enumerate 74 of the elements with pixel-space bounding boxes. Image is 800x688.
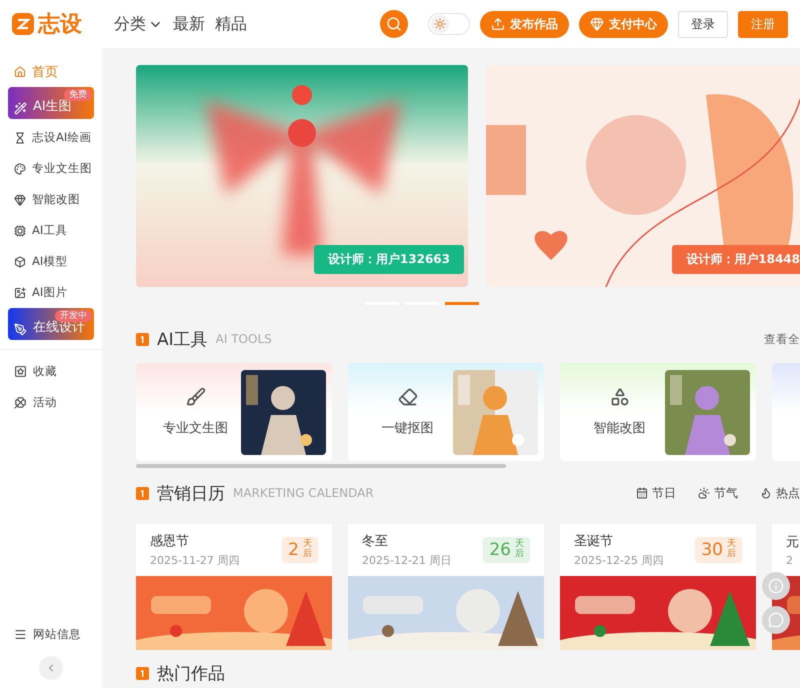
nav-link[interactable]: 分类 xyxy=(114,14,163,34)
flame-icon xyxy=(760,487,772,500)
section-title: 热门作品 xyxy=(157,663,225,686)
chat-button[interactable] xyxy=(762,606,790,634)
sidebar-item[interactable]: AI图片 xyxy=(8,277,94,308)
cube-icon xyxy=(14,256,26,268)
diamond-icon xyxy=(590,17,604,31)
calendar-icon xyxy=(636,487,648,500)
event-name: 感恩节 xyxy=(150,532,190,550)
palette-icon xyxy=(14,162,26,174)
nav-link[interactable]: 最新 xyxy=(173,14,205,34)
pen-icon xyxy=(14,323,27,336)
section-subtitle: MARKETING CALENDAR xyxy=(233,486,374,500)
sidebar-item[interactable]: 活动 xyxy=(8,387,94,418)
sidebar-item[interactable]: 专业文生图 xyxy=(8,153,94,184)
event-date: 2 xyxy=(786,554,794,567)
home-icon xyxy=(14,66,26,78)
event-name: 圣诞节 xyxy=(574,532,614,550)
sun-icon xyxy=(434,18,446,30)
tool-card[interactable]: 一键抠图 xyxy=(348,363,544,462)
sidebar-item[interactable]: AI工具 xyxy=(8,215,94,246)
diamond-icon xyxy=(14,194,26,206)
sidebar-item[interactable]: 智能改图 xyxy=(8,184,94,215)
info-icon xyxy=(768,577,784,595)
filter-tab[interactable]: 节日 xyxy=(636,484,676,502)
event-name: 冬至 xyxy=(362,532,389,550)
section-icon xyxy=(136,486,149,500)
sidebar-feature-item[interactable]: AI生图 免费 xyxy=(8,87,94,119)
event-date: 2025-12-21 周日 xyxy=(362,552,452,568)
sidebar-item[interactable]: AI模型 xyxy=(8,246,94,277)
cloud-sun-icon xyxy=(698,487,710,500)
info-button[interactable] xyxy=(762,572,790,600)
section-subtitle: AI TOOLS xyxy=(216,332,272,346)
nav-link[interactable]: 精品 xyxy=(215,14,247,34)
menu-icon xyxy=(14,628,27,641)
image-icon xyxy=(14,286,26,298)
sidebar-badge: 免费 xyxy=(64,89,92,101)
hourglass-icon xyxy=(14,132,26,144)
search-button[interactable] xyxy=(380,10,408,38)
tool-icon xyxy=(610,387,630,408)
upload-icon xyxy=(491,17,505,31)
site-info-link[interactable]: 网站信息 xyxy=(8,619,94,650)
chat-bubble-icon xyxy=(768,611,784,629)
designer-tag: 设计师：用户132663 xyxy=(314,245,464,274)
view-all-link[interactable]: 查看全 xyxy=(764,332,800,347)
search-icon xyxy=(386,16,402,32)
section-title: AI工具 xyxy=(157,328,208,351)
tool-card[interactable]: 专业文生图 xyxy=(136,363,332,462)
event-date: 2025-12-25 周四 xyxy=(574,552,664,568)
filter-tab[interactable]: 节气 xyxy=(698,484,738,502)
star-frame-icon xyxy=(14,365,27,378)
tool-icon xyxy=(398,387,418,408)
tool-card[interactable]: 智能改图 xyxy=(560,363,756,462)
clover-icon xyxy=(14,396,27,409)
filter-tab[interactable]: 热点 xyxy=(760,484,800,502)
login-button[interactable]: 登录 xyxy=(678,10,728,38)
collapse-button[interactable] xyxy=(39,656,63,680)
event-date: 2025-11-27 周四 xyxy=(150,552,240,568)
tool-icon xyxy=(186,387,206,408)
scrollbar[interactable] xyxy=(136,464,506,468)
section-icon xyxy=(136,667,149,680)
designer-tag: 设计师：用户18448 xyxy=(672,245,800,274)
tool-label: 智能改图 xyxy=(594,420,646,438)
sidebar-item[interactable]: 志设AI绘画 xyxy=(8,122,94,153)
magic-wand-icon xyxy=(14,102,27,115)
section-icon xyxy=(136,332,149,346)
tool-label: 专业文生图 xyxy=(163,420,228,438)
sidebar-badge: 开发中 xyxy=(55,310,92,322)
chip-icon xyxy=(14,224,26,236)
sidebar-item[interactable]: 收藏 xyxy=(8,356,94,387)
tool-label: 一键抠图 xyxy=(382,420,434,438)
section-title: 营销日历 xyxy=(157,482,225,505)
event-name: 元 xyxy=(786,534,800,551)
theme-toggle[interactable] xyxy=(428,13,470,35)
